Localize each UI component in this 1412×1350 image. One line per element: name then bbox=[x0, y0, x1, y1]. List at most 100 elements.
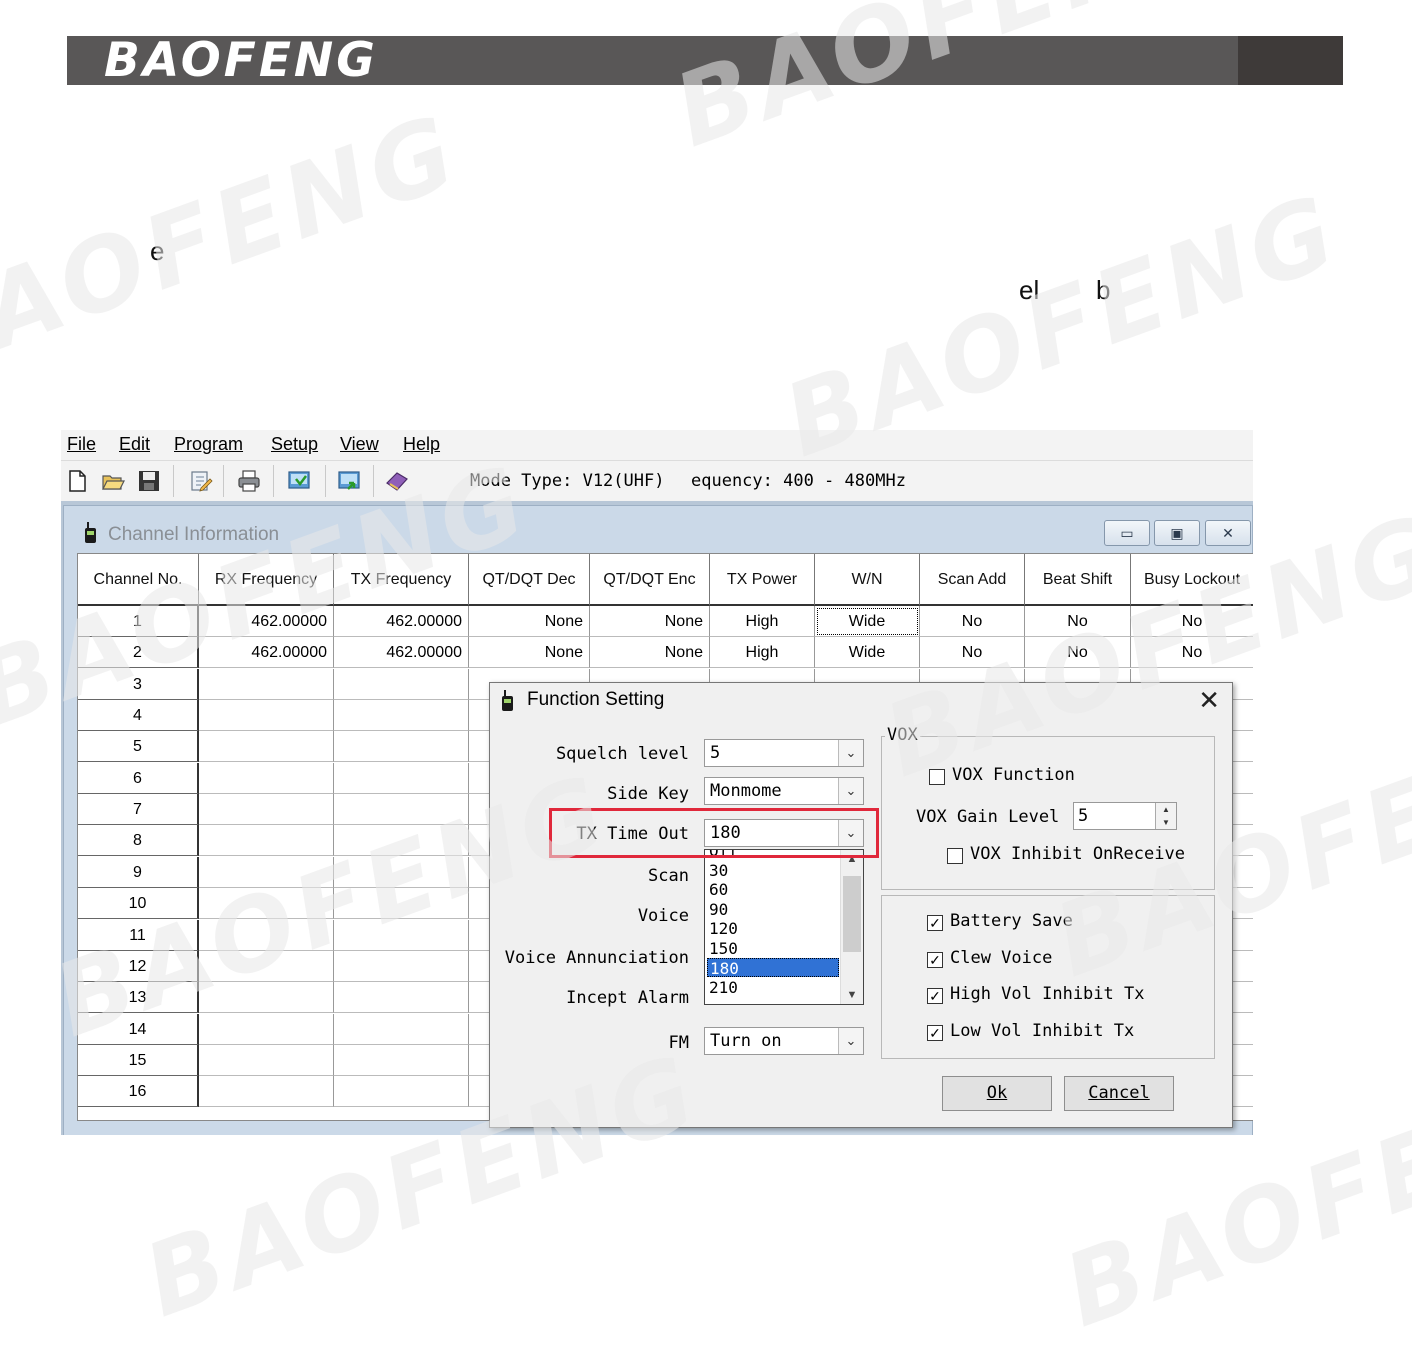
channel-number-cell[interactable]: 5 bbox=[78, 731, 199, 763]
table-cell[interactable]: None bbox=[469, 606, 590, 637]
scroll-up-icon[interactable]: ▲ bbox=[841, 850, 863, 868]
column-header[interactable]: QT/DQT Enc bbox=[590, 554, 710, 606]
table-cell[interactable] bbox=[199, 825, 334, 857]
table-cell[interactable] bbox=[199, 888, 334, 920]
squelch-level-select[interactable]: 5 ⌄ bbox=[704, 739, 864, 767]
menu-view[interactable]: View bbox=[340, 434, 379, 455]
dropdown-option[interactable]: 60 bbox=[707, 880, 839, 899]
chevron-down-icon[interactable]: ⌄ bbox=[838, 740, 863, 766]
dropdown-option[interactable]: 210 bbox=[707, 978, 839, 997]
channel-number-cell[interactable]: 2 bbox=[78, 637, 199, 669]
table-cell[interactable] bbox=[334, 888, 469, 920]
table-cell[interactable]: None bbox=[590, 606, 710, 637]
table-cell[interactable] bbox=[199, 1044, 334, 1076]
table-cell[interactable]: No bbox=[920, 637, 1025, 669]
channel-number-cell[interactable]: 4 bbox=[78, 700, 199, 732]
table-cell[interactable] bbox=[334, 700, 469, 732]
cancel-button[interactable]: Cancel bbox=[1064, 1076, 1174, 1111]
print-icon[interactable] bbox=[237, 469, 261, 493]
channel-number-cell[interactable]: 11 bbox=[78, 919, 199, 951]
table-cell[interactable] bbox=[199, 700, 334, 732]
column-header[interactable]: W/N bbox=[815, 554, 920, 606]
column-header[interactable]: Scan Add bbox=[920, 554, 1025, 606]
dropdown-option[interactable]: Off bbox=[707, 850, 839, 860]
table-cell[interactable] bbox=[334, 856, 469, 888]
table-cell[interactable] bbox=[334, 762, 469, 794]
minimize-button[interactable]: ▭ bbox=[1104, 520, 1150, 546]
dropdown-option[interactable]: 30 bbox=[707, 861, 839, 880]
table-cell[interactable]: No bbox=[920, 606, 1025, 637]
table-cell[interactable]: None bbox=[590, 637, 710, 669]
channel-number-cell[interactable]: 16 bbox=[78, 1076, 199, 1108]
menu-file[interactable]: File bbox=[67, 434, 96, 455]
table-cell[interactable] bbox=[334, 950, 469, 982]
table-cell[interactable] bbox=[334, 919, 469, 951]
battery-save-checkbox[interactable]: ✓ bbox=[927, 915, 943, 931]
vox-function-checkbox[interactable] bbox=[929, 769, 945, 785]
table-cell[interactable]: 462.00000 bbox=[334, 637, 469, 669]
table-cell[interactable] bbox=[334, 731, 469, 763]
save-icon[interactable] bbox=[137, 469, 161, 493]
table-cell[interactable] bbox=[334, 1076, 469, 1108]
low-vol-inhibit-checkbox[interactable]: ✓ bbox=[927, 1025, 943, 1041]
table-cell[interactable] bbox=[334, 668, 469, 700]
table-cell[interactable]: 462.00000 bbox=[334, 606, 469, 637]
edit-icon[interactable] bbox=[189, 469, 213, 493]
channel-number-cell[interactable]: 12 bbox=[78, 950, 199, 982]
table-cell[interactable] bbox=[199, 762, 334, 794]
menu-edit[interactable]: Edit bbox=[119, 434, 150, 455]
menu-program[interactable]: Program bbox=[174, 434, 243, 455]
channel-number-cell[interactable]: 9 bbox=[78, 856, 199, 888]
channel-number-cell[interactable]: 10 bbox=[78, 888, 199, 920]
tx-time-out-dropdown-list[interactable]: 210 180 150 120 90 60 30 Off ▲ ▼ bbox=[704, 849, 864, 1005]
channel-number-cell[interactable]: 14 bbox=[78, 1013, 199, 1045]
dropdown-option[interactable]: 90 bbox=[707, 900, 839, 919]
table-cell[interactable] bbox=[334, 1044, 469, 1076]
table-cell[interactable]: No bbox=[1131, 637, 1253, 669]
dropdown-option[interactable]: 180 bbox=[707, 958, 839, 978]
column-header[interactable]: Busy Lockout bbox=[1131, 554, 1253, 606]
channel-number-cell[interactable]: 6 bbox=[78, 762, 199, 794]
chevron-down-icon[interactable]: ⌄ bbox=[838, 1028, 863, 1054]
table-cell[interactable]: None bbox=[469, 637, 590, 669]
scrollbar-thumb[interactable] bbox=[843, 876, 861, 952]
channel-number-cell[interactable]: 3 bbox=[78, 668, 199, 700]
menu-setup[interactable]: Setup bbox=[271, 434, 318, 455]
table-cell[interactable] bbox=[199, 856, 334, 888]
vox-gain-level-spinner[interactable]: 5 ▲ ▼ bbox=[1073, 802, 1177, 830]
column-header[interactable]: Channel No. bbox=[78, 554, 199, 606]
table-cell[interactable] bbox=[199, 731, 334, 763]
column-header[interactable]: Beat Shift bbox=[1025, 554, 1131, 606]
chevron-down-icon[interactable]: ⌄ bbox=[838, 778, 863, 804]
spin-up-icon[interactable]: ▲ bbox=[1156, 803, 1176, 816]
table-cell[interactable]: High bbox=[710, 637, 815, 669]
table-cell[interactable]: High bbox=[710, 606, 815, 637]
table-cell[interactable]: No bbox=[1025, 606, 1131, 637]
channel-number-cell[interactable]: 15 bbox=[78, 1044, 199, 1076]
table-cell[interactable] bbox=[199, 794, 334, 826]
column-header[interactable]: TX Frequency bbox=[334, 554, 469, 606]
table-cell[interactable] bbox=[199, 1076, 334, 1108]
table-cell[interactable] bbox=[199, 982, 334, 1014]
dropdown-option[interactable]: 120 bbox=[707, 919, 839, 938]
read-radio-icon[interactable] bbox=[287, 469, 311, 493]
maximize-button[interactable]: ▣ bbox=[1154, 520, 1200, 546]
table-cell[interactable]: No bbox=[1025, 637, 1131, 669]
column-header[interactable]: RX Frequency bbox=[199, 554, 334, 606]
clew-voice-checkbox[interactable]: ✓ bbox=[927, 952, 943, 968]
close-icon[interactable]: ✕ bbox=[1198, 685, 1220, 715]
high-vol-inhibit-checkbox[interactable]: ✓ bbox=[927, 988, 943, 1004]
close-button[interactable]: ✕ bbox=[1205, 520, 1251, 546]
channel-number-cell[interactable]: 7 bbox=[78, 794, 199, 826]
tx-time-out-select[interactable]: 180 ⌄ bbox=[704, 819, 864, 847]
fm-select[interactable]: Turn on ⌄ bbox=[704, 1027, 864, 1055]
open-icon[interactable] bbox=[101, 469, 125, 493]
table-cell[interactable]: No bbox=[1131, 606, 1253, 637]
table-cell[interactable] bbox=[334, 794, 469, 826]
dropdown-option[interactable]: 150 bbox=[707, 939, 839, 958]
dropdown-scrollbar[interactable]: ▲ ▼ bbox=[840, 850, 863, 1004]
new-icon[interactable] bbox=[65, 469, 89, 493]
table-cell[interactable]: 462.00000 bbox=[199, 637, 334, 669]
menu-help[interactable]: Help bbox=[403, 434, 440, 455]
scroll-down-icon[interactable]: ▼ bbox=[841, 986, 863, 1004]
